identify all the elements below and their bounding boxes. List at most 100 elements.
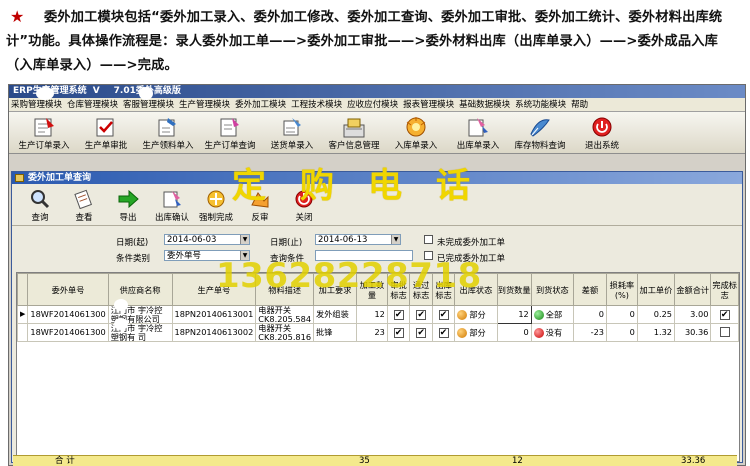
delivery-icon xyxy=(280,116,304,138)
window-icon xyxy=(15,174,24,182)
done-flag-checkbox[interactable] xyxy=(719,326,730,337)
outbound-flag-checkbox[interactable]: ✔ xyxy=(438,309,449,320)
toolbar-button-label: 退出系统 xyxy=(584,141,619,151)
prod-no-cell: 18PN20140613002 xyxy=(171,323,257,342)
approved-flag-checkbox[interactable]: ✔ xyxy=(393,309,404,320)
toolbar-button-2[interactable]: 生产领料单入 xyxy=(137,112,199,154)
export-button[interactable]: 导出 xyxy=(106,184,150,226)
out-status-cell-text: 部分 xyxy=(469,327,486,337)
watermark-phone-label: 定购电话 xyxy=(232,166,504,206)
out-status-cell-text: 部分 xyxy=(469,309,486,319)
order-query-window: 委外加工单查询 查询 查看 导出 出库确认 强制完成 反审 关闭 日期(起) 2014-06… xyxy=(11,171,743,463)
menu-item[interactable]: 帮助 xyxy=(569,98,591,111)
search-icon xyxy=(29,189,51,209)
customer-icon xyxy=(342,116,366,138)
force-complete-button-label: 强制完成 xyxy=(198,213,233,223)
menu-item[interactable]: 应收应付模块 xyxy=(345,98,401,111)
app-titlebar: ERP生产管理系统V7.01委外高级版 xyxy=(9,85,745,98)
view-button-label: 查看 xyxy=(75,213,93,223)
query-button-label: 查询 xyxy=(31,213,49,223)
toolbar-button-1[interactable]: 生产单审批 xyxy=(75,112,137,154)
toolbar-button-label: 送货单录入 xyxy=(270,141,314,151)
dropdown-arrow-icon[interactable]: ▼ xyxy=(240,235,249,244)
export-button-label: 导出 xyxy=(119,213,137,223)
recv-qty-cell[interactable]: 12 xyxy=(496,305,532,324)
query-button[interactable]: 查询 xyxy=(18,184,62,226)
column-header[interactable]: 委外单号 xyxy=(27,273,109,306)
toolbar-button-6[interactable]: 入库单录入 xyxy=(385,112,447,154)
watermark-phone-number: 13628228718 xyxy=(216,256,482,296)
date-from-picker[interactable]: 2014-06-03 ▼ xyxy=(164,234,250,245)
price-cell: 1.32 xyxy=(636,323,676,342)
toolbar-button-3[interactable]: 生产订单查询 xyxy=(199,112,261,154)
unfinished-label: 未完成委外加工单 xyxy=(437,238,506,248)
order-no-cell: 18WF2014061300 xyxy=(27,305,109,324)
approved-flag[interactable]: ✔ xyxy=(386,323,411,342)
menu-item[interactable]: 委外加工模块 xyxy=(233,98,289,111)
outbound-confirm-button[interactable]: 出库确认 xyxy=(150,184,194,226)
prod-no-cell: 18PN20140613001 xyxy=(171,305,257,324)
outbound-flag[interactable]: ✔ xyxy=(431,323,456,342)
qty-cell: 23 xyxy=(356,323,388,342)
outbound-flag-checkbox[interactable]: ✔ xyxy=(438,327,449,338)
inventory-icon xyxy=(528,116,552,138)
date-to-picker[interactable]: 2014-06-13 ▼ xyxy=(315,234,401,245)
loss-cell: 0 xyxy=(606,323,638,342)
total-amount: 33.36 xyxy=(681,456,706,466)
approved-flag[interactable]: ✔ xyxy=(386,305,411,324)
date-from-label: 日期(起) xyxy=(116,238,149,248)
main-toolbar: 生产订单录入 生产单审批 生产领料单入 生产订单查询 送货单录入 客户信息管理 入库单录入 出… xyxy=(9,112,745,154)
toolbar-button-0[interactable]: 生产订单录入 xyxy=(13,112,75,154)
passed-flag[interactable]: ✔ xyxy=(409,305,433,324)
passed-flag-checkbox[interactable]: ✔ xyxy=(416,327,427,338)
column-header[interactable]: 金额合计 xyxy=(674,273,712,306)
status-dot-icon xyxy=(457,309,468,320)
recv-status-cell-text: 全部 xyxy=(545,309,563,319)
column-header[interactable]: 完成标志 xyxy=(710,273,739,306)
dropdown-arrow-icon[interactable]: ▼ xyxy=(391,235,400,244)
menu-item[interactable]: 报表管理模块 xyxy=(401,98,457,111)
material-cell: 电器开关 CK8.205.816 xyxy=(255,323,315,342)
column-header[interactable]: 到货状态 xyxy=(530,273,574,306)
unfinished-checkbox[interactable] xyxy=(424,235,433,244)
recv-status-cell: 全部 xyxy=(530,305,574,324)
toolbar-button-9[interactable]: 退出系统 xyxy=(571,112,633,154)
done-flag[interactable]: ✔ xyxy=(710,305,739,324)
toolbar-button-5[interactable]: 客户信息管理 xyxy=(323,112,385,154)
total-row: 合 计 35 12 33.36 xyxy=(13,455,737,466)
intro-description: ★ 委外加工模块包括“委外加工录入、委外加工修改、委外加工查询、委外加工审批、委… xyxy=(0,0,750,84)
menu-item[interactable]: 生产管理模块 xyxy=(177,98,233,111)
view-button[interactable]: 查看 xyxy=(62,184,106,226)
date-from-value: 2014-06-03 xyxy=(167,235,217,245)
menu-item[interactable]: 采购管理模块 xyxy=(9,98,65,111)
toolbar-button-label: 入库单录入 xyxy=(394,141,438,151)
menu-item[interactable]: 基础数据模块 xyxy=(457,98,513,111)
qty-cell: 12 xyxy=(356,305,388,324)
date-to-label: 日期(止) xyxy=(270,238,303,248)
inbound-icon xyxy=(404,116,428,138)
done-flag-checkbox[interactable]: ✔ xyxy=(719,309,730,320)
redaction-blot xyxy=(36,87,54,100)
recv-qty-cell[interactable]: 0 xyxy=(496,323,532,342)
approved-flag-checkbox[interactable]: ✔ xyxy=(393,327,404,338)
passed-flag[interactable]: ✔ xyxy=(409,323,433,342)
amount-cell: 3.00 xyxy=(674,305,712,324)
column-header[interactable]: 到货数量 xyxy=(496,273,532,306)
toolbar-button-8[interactable]: 库存物料查询 xyxy=(509,112,571,154)
column-header[interactable]: 损耗率(%) xyxy=(606,273,638,306)
row-indicator-header xyxy=(17,273,29,306)
toolbar-button-4[interactable]: 送货单录入 xyxy=(261,112,323,154)
column-header[interactable]: 加工单价 xyxy=(636,273,676,306)
menu-item[interactable]: 系统功能模块 xyxy=(513,98,569,111)
menu-item[interactable]: 客服管理模块 xyxy=(121,98,177,111)
outbound-flag[interactable]: ✔ xyxy=(431,305,456,324)
requirement-cell: 批锋 xyxy=(313,323,357,342)
toolbar-button-7[interactable]: 出库单录入 xyxy=(447,112,509,154)
done-flag[interactable] xyxy=(710,323,739,342)
cond-type-value: 委外单号 xyxy=(167,251,202,261)
menu-item[interactable]: 工程技术模块 xyxy=(289,98,345,111)
passed-flag-checkbox[interactable]: ✔ xyxy=(416,309,427,320)
column-header[interactable]: 差额 xyxy=(572,273,608,306)
requirement-cell: 发外组装 xyxy=(313,305,357,324)
menu-item[interactable]: 仓库管理模块 xyxy=(65,98,121,111)
